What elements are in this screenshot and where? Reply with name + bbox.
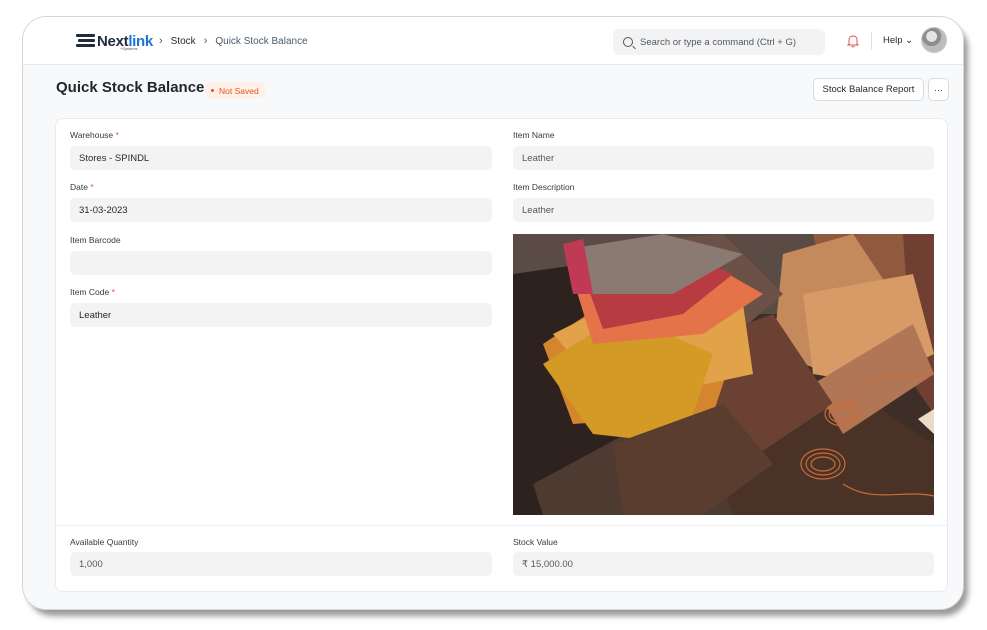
breadcrumb-current[interactable]: Quick Stock Balance	[215, 36, 307, 47]
item-description-field: Leather	[513, 198, 934, 222]
date-label: Date *	[70, 182, 94, 192]
stock-value-field: ₹ 15,000.00	[513, 552, 934, 576]
logo-subtitle: +Systems	[120, 46, 138, 51]
help-dropdown[interactable]: Help ⌄	[883, 35, 913, 46]
search-bar[interactable]	[613, 29, 825, 55]
item-name-label: Item Name	[513, 130, 555, 140]
search-input[interactable]	[640, 36, 820, 48]
available-quantity-field: 1,000	[70, 552, 492, 576]
form-card: Warehouse * Stores - SPINDL Date * 31-03…	[55, 118, 948, 592]
breadcrumb-stock[interactable]: Stock	[171, 36, 196, 47]
warehouse-label: Warehouse *	[70, 130, 119, 140]
item-name-field: Leather	[513, 146, 934, 170]
status-dot-icon	[211, 89, 214, 92]
user-avatar[interactable]	[921, 27, 947, 53]
page-title: Quick Stock Balance	[56, 79, 205, 96]
item-code-field[interactable]: Leather	[70, 303, 492, 327]
navbar: Nextlink +Systems › Stock › Quick Stock …	[23, 17, 963, 65]
available-quantity-label: Available Quantity	[70, 537, 139, 547]
item-description-label: Item Description	[513, 182, 575, 192]
status-text: Not Saved	[219, 85, 259, 96]
chevron-right-icon: ›	[159, 35, 163, 47]
status-badge: Not Saved	[205, 82, 266, 99]
bell-icon[interactable]	[846, 34, 860, 48]
breadcrumb: › Stock › Quick Stock Balance	[151, 35, 308, 47]
nextlink-logo-icon	[76, 34, 95, 47]
date-field[interactable]: 31-03-2023	[70, 198, 492, 222]
nextlink-logo[interactable]: Nextlink +Systems	[76, 31, 153, 51]
item-image	[513, 234, 934, 515]
app-window: Nextlink +Systems › Stock › Quick Stock …	[22, 16, 964, 610]
section-divider	[56, 525, 947, 526]
stock-balance-report-button[interactable]: Stock Balance Report	[813, 78, 924, 101]
chevron-right-icon: ›	[203, 35, 208, 47]
item-barcode-field[interactable]	[70, 251, 492, 275]
stock-value-label: Stock Value	[513, 537, 558, 547]
item-code-label: Item Code *	[70, 287, 115, 297]
search-icon	[623, 37, 633, 47]
warehouse-field[interactable]: Stores - SPINDL	[70, 146, 492, 170]
navbar-divider	[871, 32, 872, 50]
more-actions-button[interactable]: ···	[928, 78, 949, 101]
item-barcode-label: Item Barcode	[70, 235, 121, 245]
